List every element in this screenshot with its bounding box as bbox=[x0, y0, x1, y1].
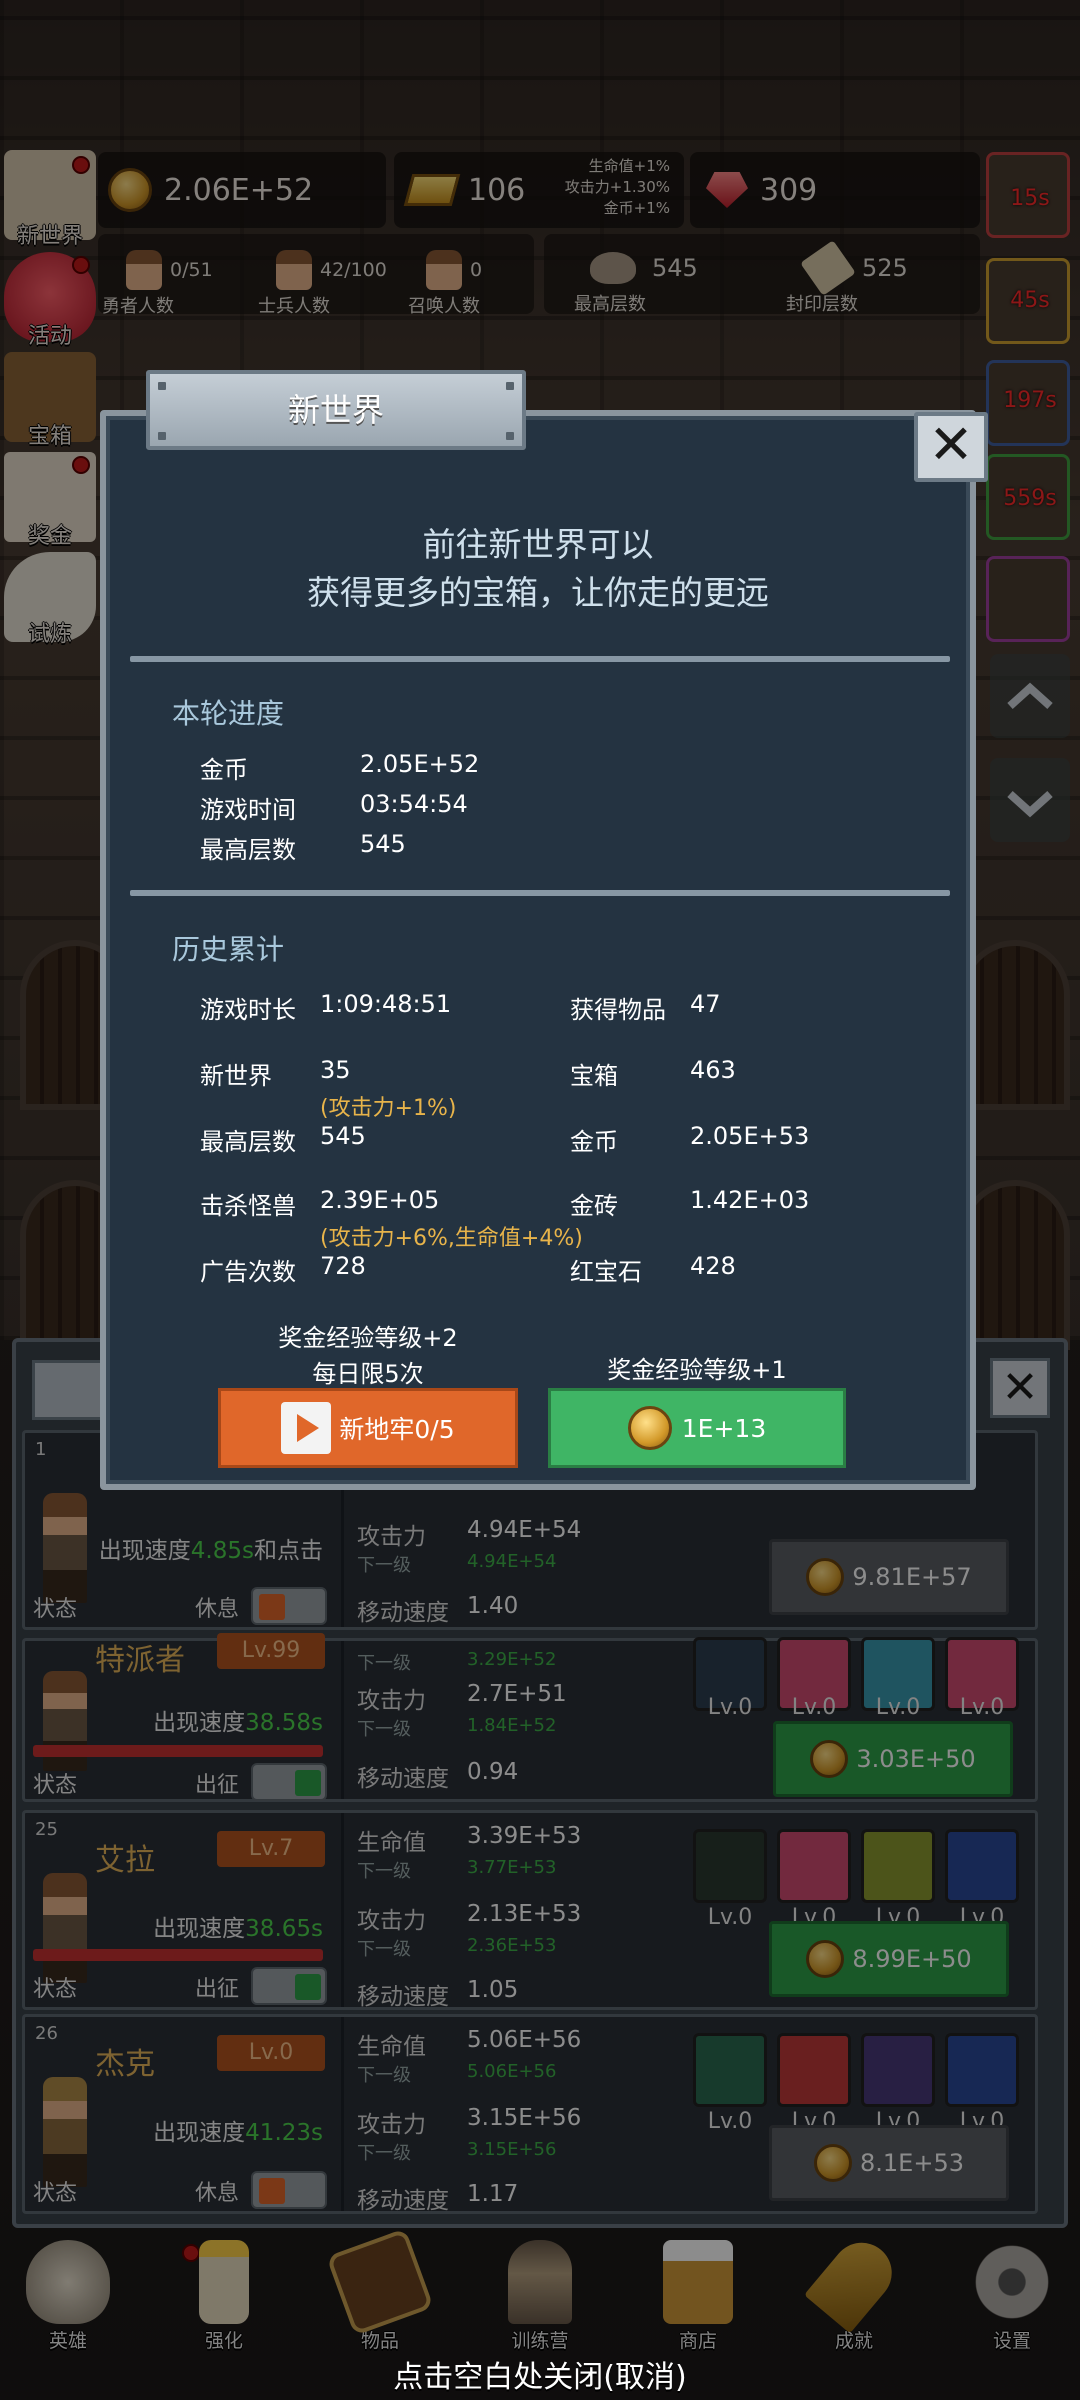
round-floor-label: 最高层数 bbox=[200, 836, 296, 864]
history-floor-label: 最高层数 bbox=[200, 1128, 296, 1156]
round-time-value: 03:54:54 bbox=[360, 790, 468, 818]
tap-to-close-hint: 点击空白处关闭(取消) bbox=[393, 2360, 687, 2395]
new-world-coin-button[interactable]: 1E+13 bbox=[548, 1388, 846, 1468]
history-playtime-label: 游戏时长 bbox=[200, 996, 296, 1024]
new-dungeon-ad-button[interactable]: 新地牢0/5 bbox=[218, 1388, 518, 1468]
history-ads-label: 广告次数 bbox=[200, 1258, 296, 1286]
round-time-label: 游戏时间 bbox=[200, 796, 296, 824]
history-kills-value: 2.39E+05 bbox=[320, 1186, 440, 1214]
dialog-title: 新世界 bbox=[146, 370, 526, 450]
dialog-title-text: 新世界 bbox=[287, 391, 384, 429]
coin-reward-note: 奖金经验等级+1 bbox=[607, 1356, 787, 1384]
round-floor-value: 545 bbox=[360, 830, 406, 858]
close-icon: ✕ bbox=[928, 413, 974, 476]
rivet bbox=[506, 382, 514, 390]
dialog-close-button[interactable]: ✕ bbox=[914, 412, 988, 482]
history-title: 历史累计 bbox=[172, 933, 285, 966]
section-divider bbox=[130, 656, 950, 662]
section-divider bbox=[130, 890, 950, 896]
round-progress-title: 本轮进度 bbox=[172, 697, 285, 730]
history-rubies-value: 428 bbox=[690, 1252, 736, 1280]
intro-line-1: 前往新世界可以 bbox=[422, 525, 654, 564]
history-new-world-value: 35 bbox=[320, 1056, 351, 1084]
history-gold-bars-label: 金砖 bbox=[570, 1192, 618, 1220]
history-chests-value: 463 bbox=[690, 1056, 736, 1084]
history-chests-label: 宝箱 bbox=[570, 1062, 618, 1090]
round-gold-label: 金币 bbox=[200, 756, 248, 784]
history-gold-value: 2.05E+53 bbox=[690, 1122, 810, 1150]
new-dungeon-label: 新地牢0/5 bbox=[339, 1415, 455, 1444]
history-gold-label: 金币 bbox=[570, 1128, 618, 1156]
rivet bbox=[158, 432, 166, 440]
coin-cost-label: 1E+13 bbox=[681, 1413, 767, 1443]
history-items-value: 47 bbox=[690, 990, 721, 1018]
rivet bbox=[506, 432, 514, 440]
dungeon-reward-note: 奖金经验等级+2 bbox=[278, 1324, 458, 1352]
daily-limit-note: 每日限5次 bbox=[312, 1360, 424, 1388]
history-floor-value: 545 bbox=[320, 1122, 366, 1150]
history-kills-bonus: (攻击力+6%,生命值+4%) bbox=[320, 1226, 583, 1251]
intro-line-2: 获得更多的宝箱，让你走的更远 bbox=[307, 573, 769, 612]
history-playtime-value: 1:09:48:51 bbox=[320, 990, 452, 1018]
history-kills-label: 击杀怪兽 bbox=[200, 1192, 296, 1220]
history-new-world-bonus: (攻击力+1%) bbox=[320, 1096, 457, 1121]
history-rubies-label: 红宝石 bbox=[570, 1258, 642, 1286]
round-gold-value: 2.05E+52 bbox=[360, 750, 480, 778]
gold-coin-icon bbox=[627, 1406, 672, 1450]
history-gold-bars-value: 1.42E+03 bbox=[690, 1186, 810, 1214]
history-ads-value: 728 bbox=[320, 1252, 366, 1280]
history-items-label: 获得物品 bbox=[570, 996, 666, 1024]
video-play-icon bbox=[281, 1402, 332, 1454]
rivet bbox=[158, 382, 166, 390]
history-new-world-label: 新世界 bbox=[200, 1062, 272, 1090]
